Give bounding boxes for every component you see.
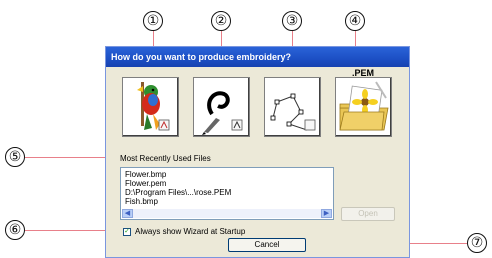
open-pem-button[interactable] [335, 77, 392, 137]
pem-tag: .PEM [352, 68, 375, 78]
callout-3: ③ [282, 11, 302, 31]
cancel-button[interactable]: Cancel [228, 238, 306, 252]
scroll-left-icon[interactable]: ◀ [122, 209, 133, 218]
horizontal-scrollbar[interactable]: ◀ ▶ [122, 209, 332, 218]
callout-6: ⑥ [5, 220, 25, 240]
leader-line-5 [25, 157, 117, 158]
parrot-image-icon [137, 82, 170, 131]
list-item[interactable]: D:\Program Files\...\rose.PEM [125, 188, 231, 197]
callout-1: ① [143, 11, 163, 31]
scroll-right-icon[interactable]: ▶ [321, 209, 332, 218]
list-item[interactable]: Flower.pem [125, 179, 166, 188]
callout-2: ② [211, 11, 231, 31]
callout-7: ⑦ [467, 233, 487, 253]
open-button[interactable]: Open [341, 207, 395, 221]
image-to-stitch-button[interactable] [122, 77, 179, 137]
list-item[interactable]: Flower.bmp [125, 170, 166, 179]
startup-checkbox-label: Always show Wizard at Startup [135, 227, 246, 236]
startup-checkbox[interactable]: ✓ [123, 228, 131, 236]
wizard-dialog: How do you want to produce embroidery? .… [105, 46, 410, 258]
pem-folder-flower-icon [339, 81, 389, 131]
mru-file-list[interactable]: Flower.bmp Flower.pem D:\Program Files\.… [120, 167, 334, 220]
callout-4: ④ [345, 11, 365, 31]
dialog-title: How do you want to produce embroidery? [106, 47, 409, 67]
outline-design-button[interactable] [264, 77, 321, 137]
design-center-button[interactable] [193, 77, 250, 137]
pen-stitch-icon [202, 91, 243, 135]
outline-points-icon [270, 93, 316, 131]
list-item[interactable]: Fish.bmp [125, 197, 158, 206]
callout-5: ⑤ [5, 147, 25, 167]
mru-label: Most Recently Used Files [120, 154, 211, 163]
